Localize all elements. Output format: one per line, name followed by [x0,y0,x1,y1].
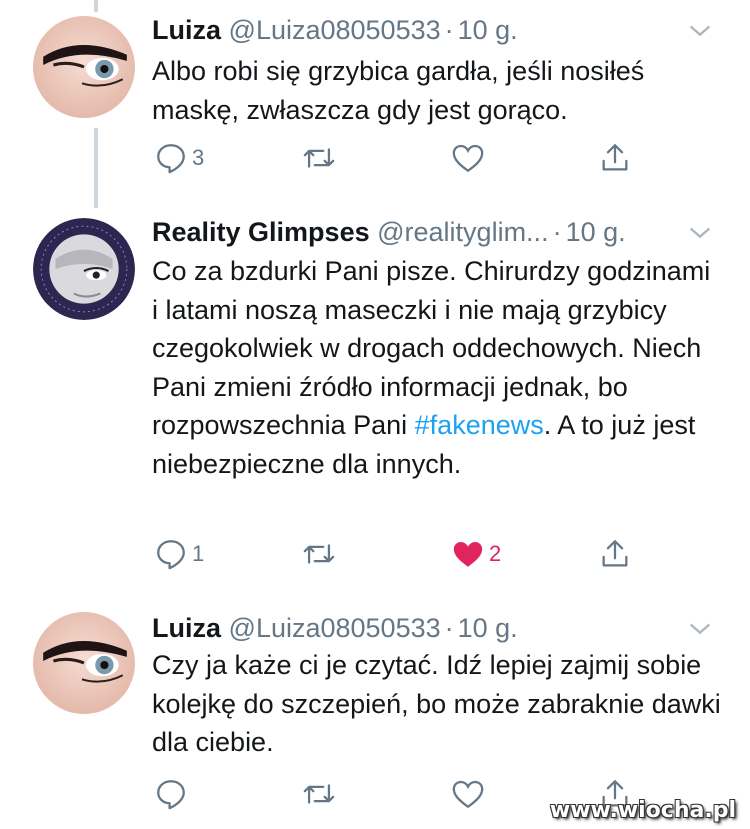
username[interactable]: @Luiza08050533 [229,15,441,45]
reply-icon [157,144,185,174]
tweet-text: Co za bzdurki Pani pisze. Chirurdzy godz… [152,252,722,483]
avatar[interactable] [33,218,135,320]
reply-button[interactable]: 3 [154,138,204,178]
timestamp[interactable]: 10 g. [458,613,518,643]
reply-icon [157,540,185,570]
tweet-text: Czy ja każe ci je czytać. Idź lepiej zaj… [152,650,721,757]
heart-icon [453,541,483,567]
reply-count: 1 [192,541,205,566]
tweet[interactable]: Luiza @Luiza08050533 · 10 g. Albo robi się… [0,0,750,200]
reply-button[interactable] [154,774,192,814]
heart-icon [452,144,484,173]
share-button[interactable] [598,534,632,574]
retweet-icon [303,148,335,168]
chevron-down-icon[interactable] [686,218,714,246]
separator-dot: · [552,217,562,247]
share-icon [602,540,628,567]
timestamp[interactable]: 10 g. [566,217,626,247]
tweet-header: Luiza @Luiza08050533 · 10 g. [152,608,730,648]
reply-icon [157,780,185,810]
username[interactable]: @realityglim... [377,217,548,247]
like-button[interactable] [451,138,489,178]
tweet[interactable]: Reality Glimpses @realityglim... · 10 g. C… [0,208,750,588]
retweet-icon [303,784,335,804]
chevron-down-icon[interactable] [686,16,714,44]
like-button[interactable]: 2 [451,534,501,574]
display-name[interactable]: Luiza [152,613,221,643]
avatar[interactable] [33,16,135,118]
separator-dot: · [444,15,454,45]
username[interactable]: @Luiza08050533 [229,613,441,643]
tweet-header: Luiza @Luiza08050533 · 10 g. [152,10,730,50]
separator-dot: · [444,613,454,643]
tweet[interactable]: Luiza @Luiza08050533 · 10 g. Czy ja każe c… [0,600,750,829]
display-name[interactable]: Luiza [152,15,221,45]
share-icon [602,144,628,171]
display-name[interactable]: Reality Glimpses [152,217,370,247]
timestamp[interactable]: 10 g. [458,15,518,45]
retweet-button[interactable] [302,774,340,814]
heart-icon [452,780,484,809]
avatar[interactable] [33,612,135,714]
like-count: 2 [489,541,502,566]
retweet-button[interactable] [302,138,340,178]
watermark: www.wiocha.pl [549,798,736,823]
like-button[interactable] [451,774,489,814]
tweet-text: Albo robi się grzybica gardła, jeśli nos… [152,56,645,125]
hashtag-link[interactable]: #fakenews [415,410,544,440]
retweet-button[interactable] [302,534,340,574]
tweet-actions: 3 [0,138,750,178]
tweet-actions: 1 2 [0,534,750,574]
reply-button[interactable]: 1 [154,534,204,574]
retweet-icon [303,544,335,564]
reply-count: 3 [192,145,205,170]
share-button[interactable] [598,138,632,178]
tweet-header: Reality Glimpses @realityglim... · 10 g. [152,212,730,252]
chevron-down-icon[interactable] [686,614,714,642]
